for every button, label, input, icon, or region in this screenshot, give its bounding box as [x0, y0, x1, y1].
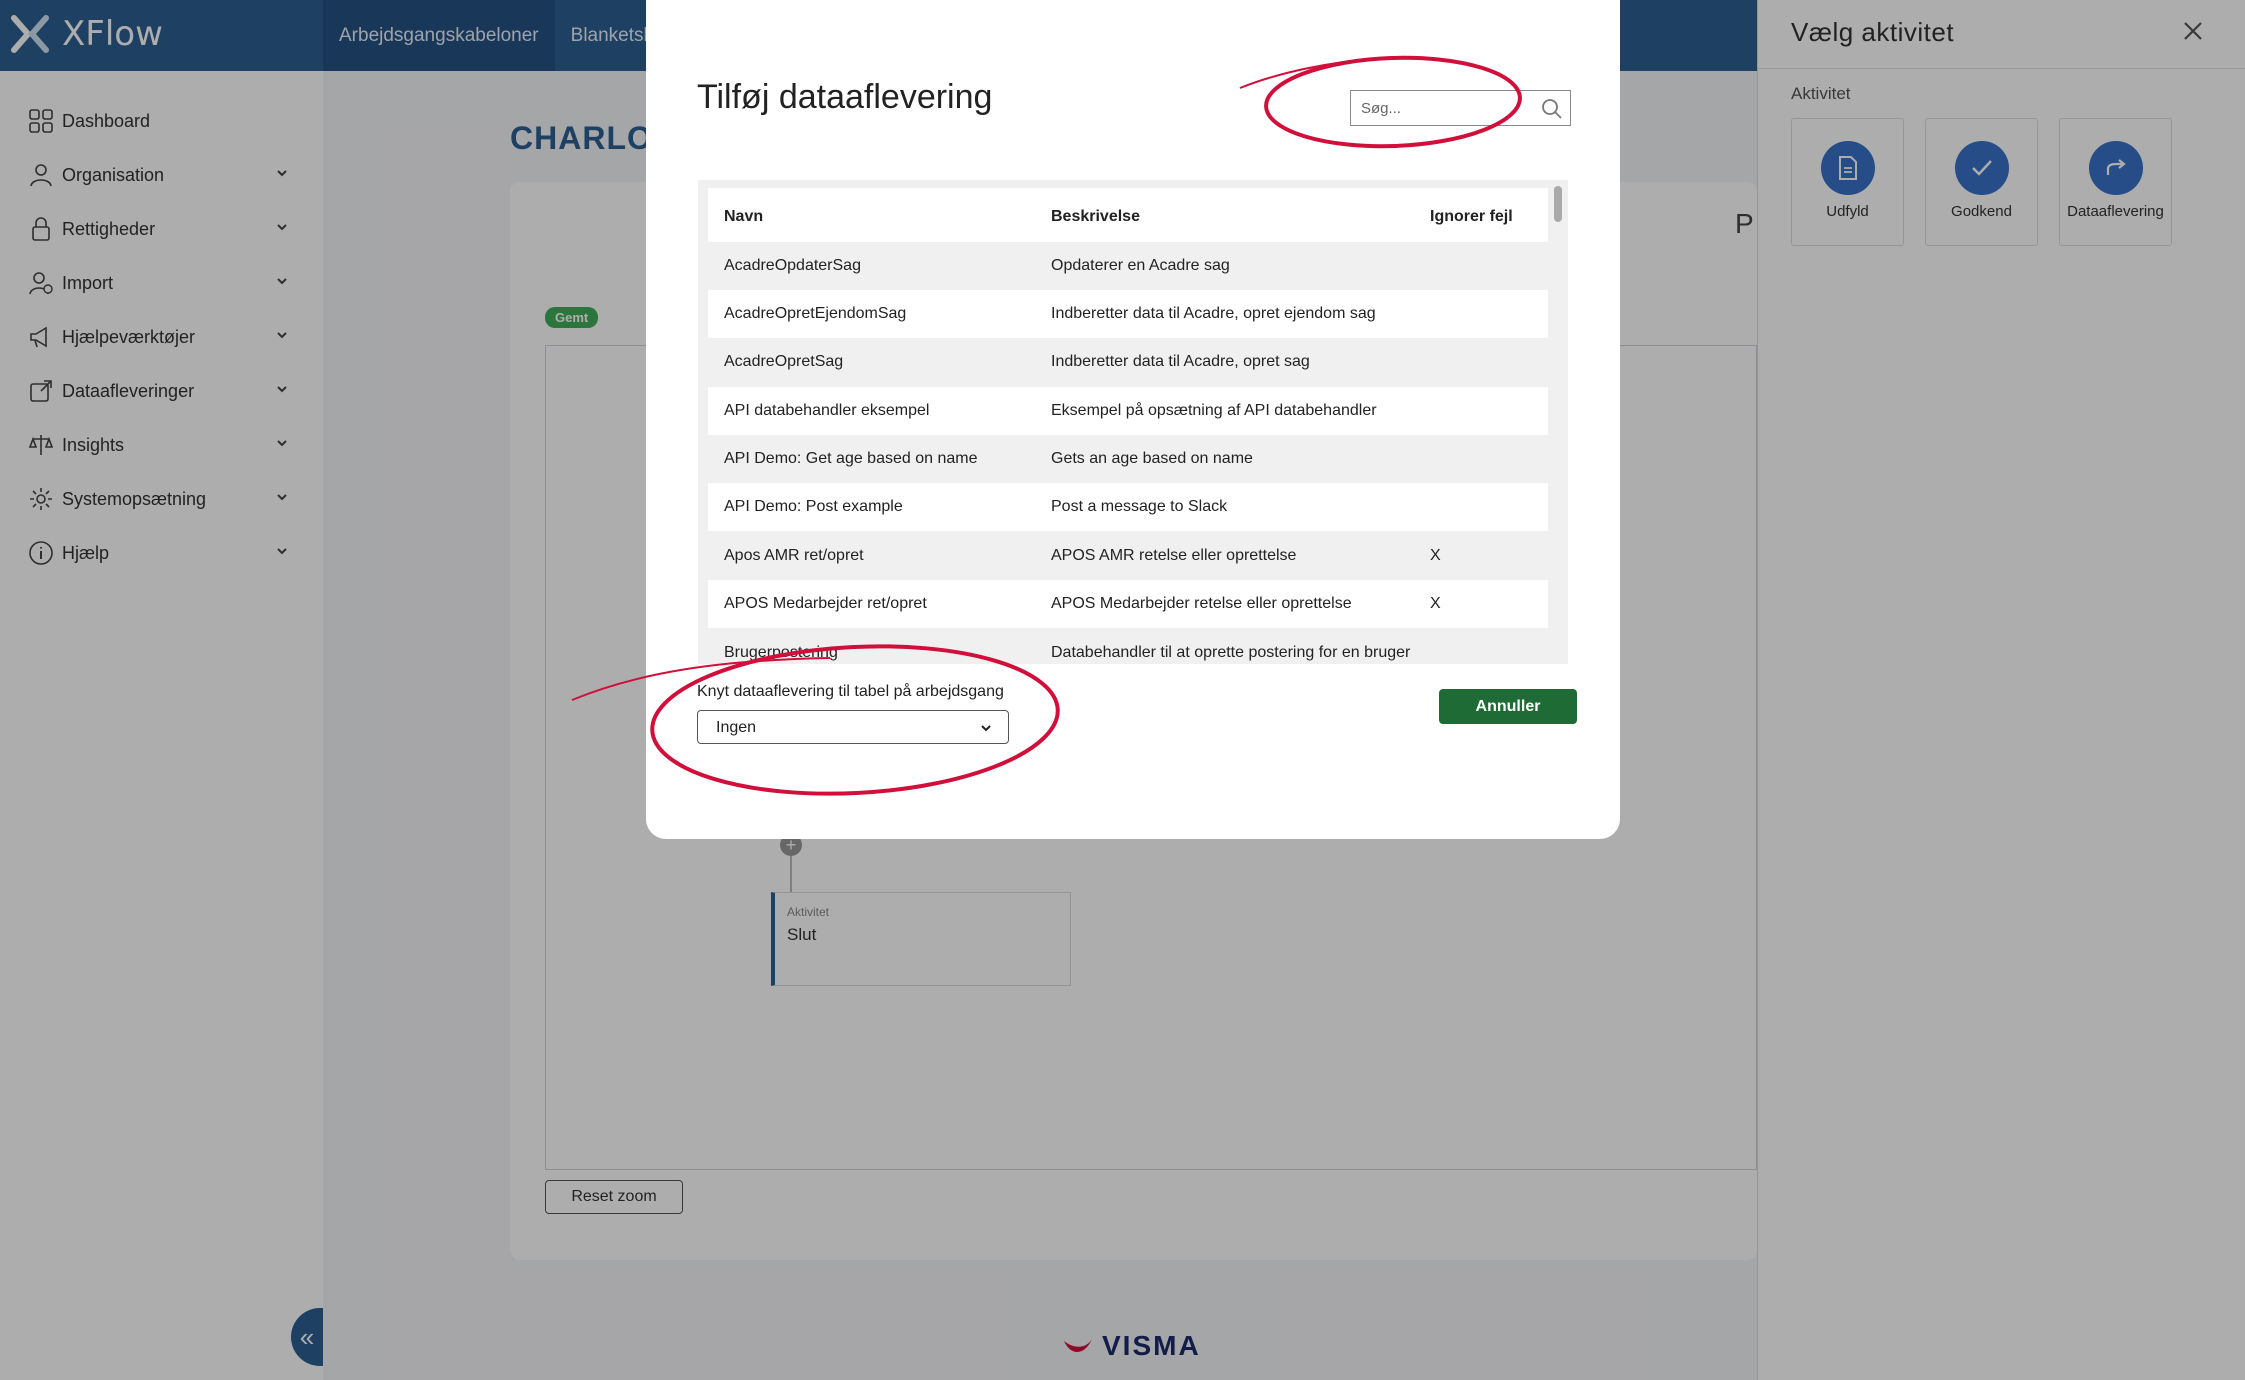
column-header-ignorer-fejl[interactable]: Ignorer fejl — [1430, 208, 1513, 226]
search-icon[interactable] — [1541, 98, 1563, 120]
table-row[interactable]: AcadreOpretSag Indberetter data til Acad… — [708, 338, 1548, 386]
link-table-label: Knyt dataaflevering til tabel på arbejds… — [697, 683, 1004, 700]
cell-description: APOS AMR retelse eller oprettelse — [1051, 547, 1297, 564]
cell-description: Opdaterer en Acadre sag — [1051, 257, 1230, 274]
chevron-down-icon — [981, 725, 991, 732]
cancel-button[interactable]: Annuller — [1439, 689, 1577, 724]
column-header-navn[interactable]: Navn — [724, 208, 763, 226]
cell-description: Indberetter data til Acadre, opret sag — [1051, 353, 1310, 370]
table-row[interactable]: APOS Medarbejder ret/opret APOS Medarbej… — [708, 580, 1548, 628]
cell-name: AcadreOpretSag — [724, 353, 844, 370]
cell-name: API databehandler eksempel — [724, 402, 930, 419]
cell-name: Brugerpostering — [724, 644, 838, 661]
table-row[interactable]: API databehandler eksempel Eksempel på o… — [708, 387, 1548, 435]
cell-name: APOS Medarbejder ret/opret — [724, 595, 927, 612]
add-data-delivery-dialog: Tilføj dataaflevering Navn Beskrivelse I… — [646, 0, 1620, 839]
cell-description: Eksempel på opsætning af API databehandl… — [1051, 402, 1377, 419]
cell-description: Gets an age based on name — [1051, 450, 1253, 467]
column-header-beskrivelse[interactable]: Beskrivelse — [1051, 208, 1140, 226]
table-row[interactable]: AcadreOpdaterSag Opdaterer en Acadre sag — [708, 242, 1548, 290]
cell-name: AcadreOpretEjendomSag — [724, 305, 907, 322]
cell-ignore: X — [1430, 547, 1441, 564]
data-delivery-table: Navn Beskrivelse Ignorer fejl AcadreOpda… — [698, 180, 1568, 664]
table-row[interactable]: API Demo: Get age based on name Gets an … — [708, 435, 1548, 483]
cell-name: API Demo: Post example — [724, 498, 903, 515]
search-field[interactable] — [1350, 90, 1571, 126]
cell-description: Indberetter data til Acadre, opret ejend… — [1051, 305, 1376, 322]
cell-description: Databehandler til at oprette postering f… — [1051, 644, 1411, 661]
cell-description: Post a message to Slack — [1051, 498, 1228, 515]
table-row[interactable]: AcadreOpretEjendomSag Indberetter data t… — [708, 290, 1548, 338]
table-header: Navn Beskrivelse Ignorer fejl — [708, 188, 1548, 242]
table-scrollbar[interactable] — [1554, 186, 1562, 222]
link-table-selected-value: Ingen — [716, 719, 757, 736]
dialog-title: Tilføj dataaflevering — [697, 78, 993, 116]
table-row[interactable]: Brugerpostering Databehandler til at opr… — [708, 629, 1548, 664]
table-row[interactable]: Apos AMR ret/opret APOS AMR retelse elle… — [708, 532, 1548, 580]
cell-name: AcadreOpdaterSag — [724, 257, 861, 274]
cell-name: Apos AMR ret/opret — [724, 547, 864, 564]
search-input[interactable] — [1361, 96, 1531, 120]
cell-description: APOS Medarbejder retelse eller oprettels… — [1051, 595, 1352, 612]
link-table-select[interactable]: Ingen — [697, 710, 1009, 744]
cell-ignore: X — [1430, 595, 1441, 612]
table-row[interactable]: API Demo: Post example Post a message to… — [708, 483, 1548, 531]
cell-name: API Demo: Get age based on name — [724, 450, 978, 467]
